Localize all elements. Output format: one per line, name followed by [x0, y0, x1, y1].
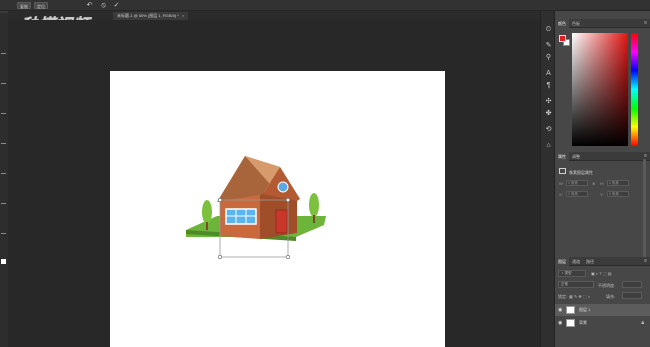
photoshop-window: 复制 定位 ↶ ⦸ ✓ 未标题-1 @ 50% (图层 1, RGB/8) * ×…: [0, 0, 650, 347]
blend-mode-select[interactable]: 正常: [558, 281, 594, 288]
panel-icon-strip: ⏲ ✎ ⚲ A ¶ ✣ ✤ ⟲ ⌂: [540, 11, 555, 347]
commit-transform-icon[interactable]: ✓: [112, 1, 121, 10]
properties-panel-tabs: 属性 调整 ≡: [555, 152, 650, 161]
y-field[interactable]: 0 像素: [607, 191, 629, 197]
foreground-color-swatch[interactable]: [559, 35, 566, 42]
tree-left: [202, 200, 212, 224]
opacity-label: 不透明度:: [598, 283, 616, 288]
tools-panel: [0, 13, 8, 347]
tab-swatches[interactable]: 色板: [569, 19, 583, 28]
document-tab-title: 未标题-1 @ 50% (图层 1, RGB/8) *: [117, 13, 179, 18]
tab-color[interactable]: 颜色: [555, 19, 569, 28]
panel-menu-icon[interactable]: ≡: [644, 19, 647, 28]
fill-field[interactable]: [622, 292, 642, 299]
properties-title: 像素图层属性: [569, 170, 593, 175]
document-tab[interactable]: 未标题-1 @ 50% (图层 1, RGB/8) * ×: [113, 12, 189, 20]
undo-warp-icon[interactable]: ↶: [85, 1, 94, 10]
properties-scrollbar[interactable]: [643, 159, 646, 261]
tab-properties[interactable]: 属性: [555, 152, 569, 161]
tab-layers[interactable]: 图层: [555, 257, 569, 266]
tool-slot[interactable]: [1, 143, 6, 144]
visibility-eye-icon[interactable]: ◉: [558, 304, 562, 316]
pixel-layer-icon: [559, 168, 566, 174]
tab-adjustments[interactable]: 调整: [569, 152, 583, 161]
layer-row[interactable]: ◉ 背景 🔒︎: [555, 317, 650, 329]
lock-icon: 🔒︎: [641, 320, 644, 326]
cancel-transform-icon[interactable]: ⦸: [99, 1, 108, 10]
tree-left-trunk: [206, 222, 208, 230]
tree-right-trunk: [313, 215, 315, 223]
foreground-color-mini[interactable]: [1, 259, 6, 264]
height-field[interactable]: 0 像素: [607, 180, 629, 186]
color-panel-tabs: 颜色 色板 ≡: [555, 19, 650, 28]
tree-right: [309, 193, 319, 217]
x-label: X:: [559, 192, 563, 197]
position-button[interactable]: 定位: [34, 2, 48, 9]
y-label: Y:: [600, 192, 604, 197]
height-label: H:: [600, 181, 604, 186]
opacity-field[interactable]: [622, 281, 642, 288]
brush-settings-icon[interactable]: ⚲: [544, 53, 553, 62]
tab-channels[interactable]: 通道: [569, 257, 583, 266]
character-icon[interactable]: A: [544, 69, 553, 78]
paragraph-icon[interactable]: ¶: [544, 81, 553, 90]
history-icon[interactable]: ⏲: [544, 25, 553, 34]
house-illustration: [186, 156, 326, 260]
tool-slot[interactable]: [1, 53, 6, 54]
fill-label: 填充:: [606, 294, 616, 299]
libraries-icon[interactable]: ⌂: [544, 141, 553, 150]
right-panels: 颜色 色板 ≡ 属性 调整 ≡ 像素图层属性 W: 0 像素 ⊗ H: 0 像素…: [555, 11, 650, 347]
lock-icons[interactable]: ▦ ✎ ✥ ⬚ ⌂: [569, 294, 590, 299]
tool-slot[interactable]: [1, 173, 6, 174]
width-field[interactable]: 0 像素: [566, 180, 588, 186]
layer-kind-filter[interactable]: ♀ 类型: [558, 270, 586, 277]
layer-thumbnail: [566, 306, 575, 314]
layer-name: 图层 1: [579, 307, 591, 312]
layer-thumbnail: [566, 319, 575, 327]
visibility-eye-icon[interactable]: ◉: [558, 317, 562, 329]
lock-label: 锁定:: [558, 294, 568, 299]
color-field[interactable]: [572, 33, 628, 146]
copy-button[interactable]: 复制: [17, 2, 31, 9]
house-door: [275, 209, 288, 234]
tool-slot[interactable]: [1, 233, 6, 234]
brush-icon[interactable]: ✎: [544, 41, 553, 50]
workspace: [8, 20, 540, 347]
tool-slot[interactable]: [1, 83, 6, 84]
layer-name: 背景: [579, 320, 587, 325]
document-canvas[interactable]: [110, 71, 445, 347]
close-tab-icon[interactable]: ×: [182, 13, 184, 18]
options-bar: 复制 定位 ↶ ⦸ ✓: [0, 0, 650, 11]
x-field[interactable]: 0 像素: [566, 191, 588, 197]
layer-filter-icons[interactable]: ▣ ◐ T ⬚ ▤: [591, 271, 612, 276]
width-label: W:: [559, 181, 564, 186]
styles-icon[interactable]: ⟲: [544, 125, 553, 134]
tool-slot[interactable]: [1, 203, 6, 204]
layer-row[interactable]: ◉ 图层 1: [555, 304, 650, 316]
link-icon[interactable]: ⊗: [592, 181, 595, 186]
tool-slot[interactable]: [1, 113, 6, 114]
hue-slider[interactable]: [631, 33, 638, 146]
tool-presets-icon[interactable]: ✤: [544, 109, 553, 118]
layers-panel-tabs: 图层 通道 路径 ≡: [555, 257, 650, 266]
tab-paths[interactable]: 路径: [583, 257, 597, 266]
gable-window: [277, 181, 289, 193]
panel-menu-icon[interactable]: ≡: [644, 257, 647, 266]
clone-source-icon[interactable]: ✣: [544, 97, 553, 106]
